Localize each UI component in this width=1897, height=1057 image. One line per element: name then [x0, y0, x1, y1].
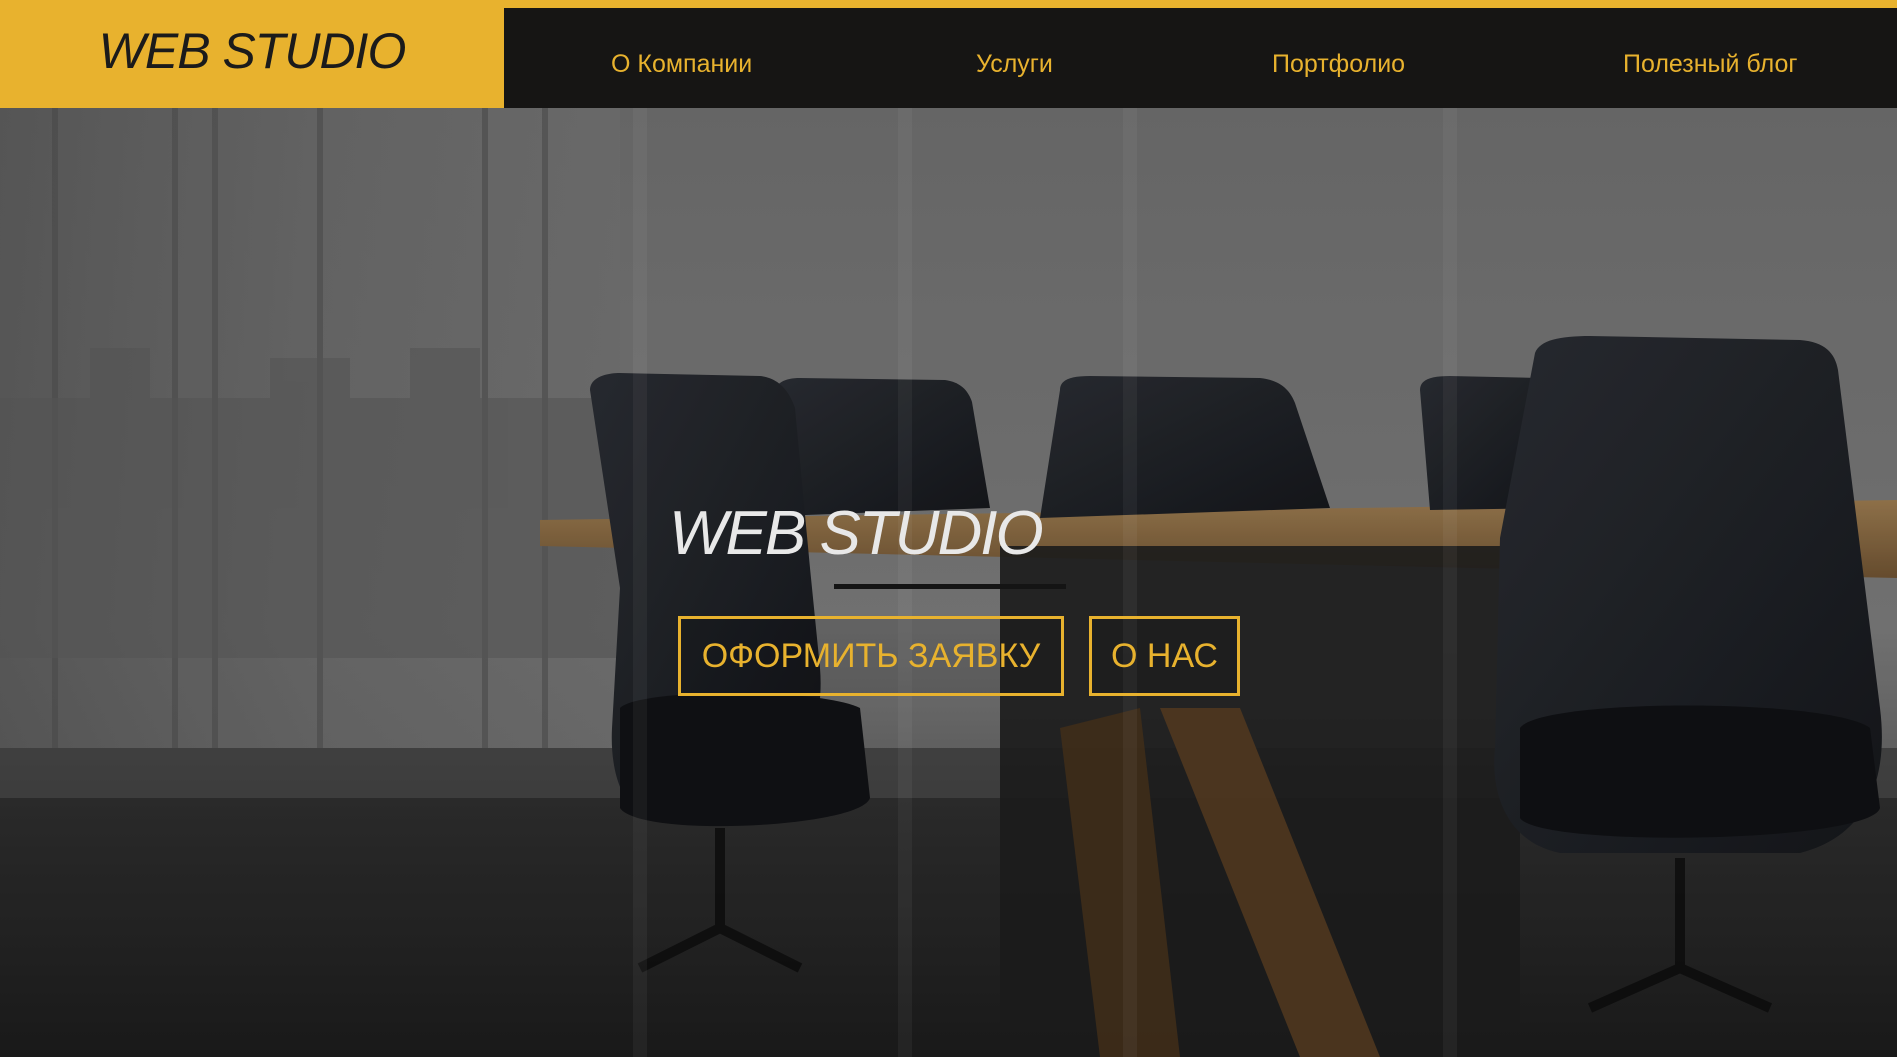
main-nav: О Компании Услуги Портфолио Полезный бло…: [504, 0, 1897, 108]
logo-text: WEB STUDIO: [98, 23, 407, 79]
hero-title: WEB STUDIO: [669, 499, 1044, 568]
nav-item-services[interactable]: Услуги: [976, 50, 1053, 79]
logo[interactable]: WEB STUDIO: [0, 0, 504, 108]
nav-item-portfolio[interactable]: Портфолио: [1272, 50, 1405, 79]
about-button[interactable]: О НАС: [1089, 616, 1240, 696]
hero-divider: [834, 584, 1066, 589]
hero-section: WEB STUDIO ОФОРМИТЬ ЗАЯВКУ О НАС: [0, 108, 1897, 1057]
page: WEB STUDIO О Компании Услуги Портфолио П…: [0, 0, 1897, 1057]
order-button[interactable]: ОФОРМИТЬ ЗАЯВКУ: [678, 616, 1064, 696]
hero-overlay: [0, 108, 1897, 1057]
nav-item-blog[interactable]: Полезный блог: [1623, 50, 1798, 79]
site-header: WEB STUDIO О Компании Услуги Портфолио П…: [0, 0, 1897, 108]
nav-item-company[interactable]: О Компании: [611, 50, 752, 79]
